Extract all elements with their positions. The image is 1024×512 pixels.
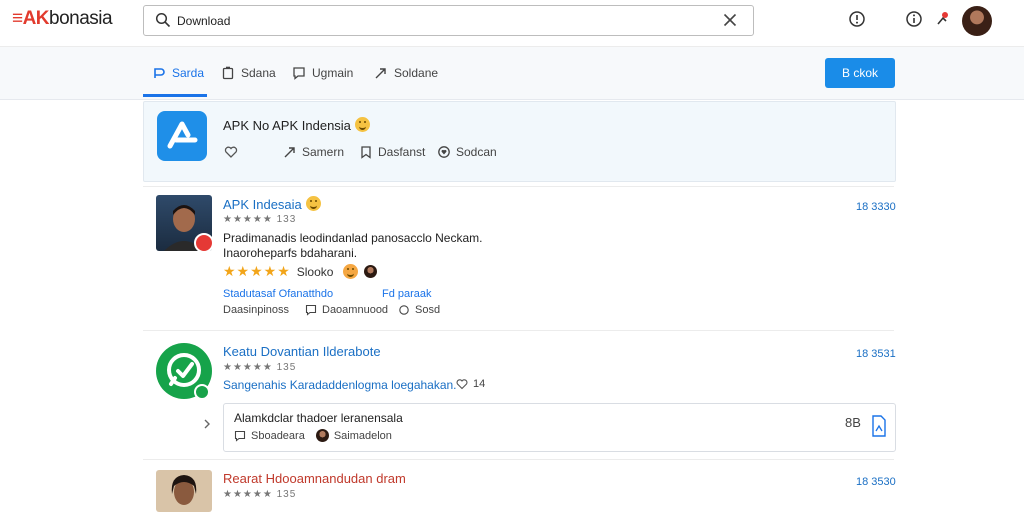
person-avatar-icon [171,475,197,505]
circle-icon [399,305,409,315]
description-line: Inaoroheparfs bdaharani. [223,246,358,260]
logo-suffix: bonasia [49,8,113,29]
tab-label: Sdana [241,66,276,80]
counter-value: 14 [473,378,486,390]
author-name: Saimadelon [333,429,392,442]
divider [143,459,894,460]
author-avatar [315,429,329,442]
bookmark-icon [361,146,371,159]
action-label: Samern [302,145,345,159]
post-date: 18 3330 [856,201,896,213]
app-name-text: APK Indesaia [223,197,302,212]
tag-link[interactable]: Fd paraak [382,288,432,300]
like-counter[interactable]: 14 [456,378,485,390]
share-icon [284,147,295,158]
tag-link[interactable]: Stadutasaf Ofanatthdo [223,288,333,300]
close-icon[interactable] [722,12,738,28]
save-button[interactable]: Dasfanst [359,144,425,160]
share-button[interactable]: Samern [283,144,344,160]
brand-badge-icon [194,233,214,253]
emoji-icon [354,117,370,132]
heart-icon [224,146,238,158]
logo-prefix: ≡AK [12,8,50,29]
tab-ugmain[interactable]: Ugmain [292,64,353,82]
app-thumbnail[interactable] [156,470,212,512]
app-name[interactable]: Rearat Hdooamnandudan dram [223,471,406,486]
tab-sdana[interactable]: Sdana [221,64,276,82]
heart-icon [456,379,468,390]
app-icon[interactable] [157,111,207,161]
rating-summary: ★★★★★ 135 [223,489,297,500]
meta-item[interactable]: Sosd [398,304,440,316]
chevron-right-icon[interactable] [202,418,212,430]
divider [143,186,894,187]
tab-soldane[interactable]: Soldane [374,64,438,82]
emoji-icon [305,196,321,211]
pin-icon [154,68,165,78]
app-name[interactable]: APK Indesaia [223,196,321,212]
clipboard-icon [222,66,234,80]
meta-label: Daoamnuood [322,304,389,316]
notification-dot [942,12,948,18]
like-button[interactable] [224,144,238,160]
emoji-icon [343,264,359,279]
heart-outline-icon [438,146,450,158]
meta-label: Sboadeara [251,429,305,442]
chat-icon [293,67,305,80]
active-tab-indicator [143,94,207,97]
comment-icon [234,430,246,442]
meta-item[interactable]: Daasinpinoss [223,304,289,316]
nested-card-title: Alamkdclar thadoer leranensala [234,411,403,425]
action-label: Dasfanst [378,145,426,159]
site-logo[interactable]: ≡AKbonasia [12,8,113,30]
meta-item[interactable]: Daoamnuood [305,304,388,316]
description-line[interactable]: Sangenahis Karadaddenlogma loegahakan. [223,378,457,393]
info-icon[interactable] [905,10,923,28]
search-icon [155,12,171,28]
user-avatar[interactable] [962,6,992,36]
featured-card[interactable] [143,101,896,182]
primary-action-button[interactable]: B ckok [825,58,895,88]
comment-icon [305,304,317,316]
featured-title-text: APK No APK Indensia [223,118,351,133]
post-date: 18 3531 [856,348,896,360]
alert-icon[interactable] [848,10,866,28]
star-rating[interactable]: ★★★★★ Slooko [223,263,378,280]
app-name[interactable]: Keatu Dovantian Ilderabote [223,344,381,359]
rating-summary: ★★★★★ 133 [223,214,297,225]
nested-card-meta: Sboadeara Saimadelon [234,429,392,442]
description-line: Pradimanadis leodindanlad panosacclo Nec… [223,231,483,245]
rating-summary: ★★★★★ 135 [223,362,297,373]
document-icon[interactable] [871,414,887,438]
divider [143,330,894,331]
apk-logo-icon [167,121,198,149]
report-button[interactable]: Sodcan [437,144,497,160]
search-box [143,5,754,36]
post-date: 18 3530 [856,476,896,488]
rating-label: Slooko [296,264,334,279]
tab-label: Soldane [394,66,439,80]
stars: ★★★★★ [223,263,291,279]
featured-title[interactable]: APK No APK Indensia [223,117,370,133]
arrow-icon [375,68,386,79]
nested-card-label: 8B [845,415,861,430]
meta-label: Daasinpinoss [223,304,290,316]
tab-label: Sarda [172,66,205,80]
reviewer-avatar [364,265,378,278]
meta-label: Sosd [415,304,441,316]
tab-sarda[interactable]: Sarda [152,64,204,82]
search-input[interactable] [175,10,719,32]
action-label: Sodcan [456,145,497,159]
tab-label: Ugmain [312,66,354,80]
verified-badge-icon [194,384,210,400]
